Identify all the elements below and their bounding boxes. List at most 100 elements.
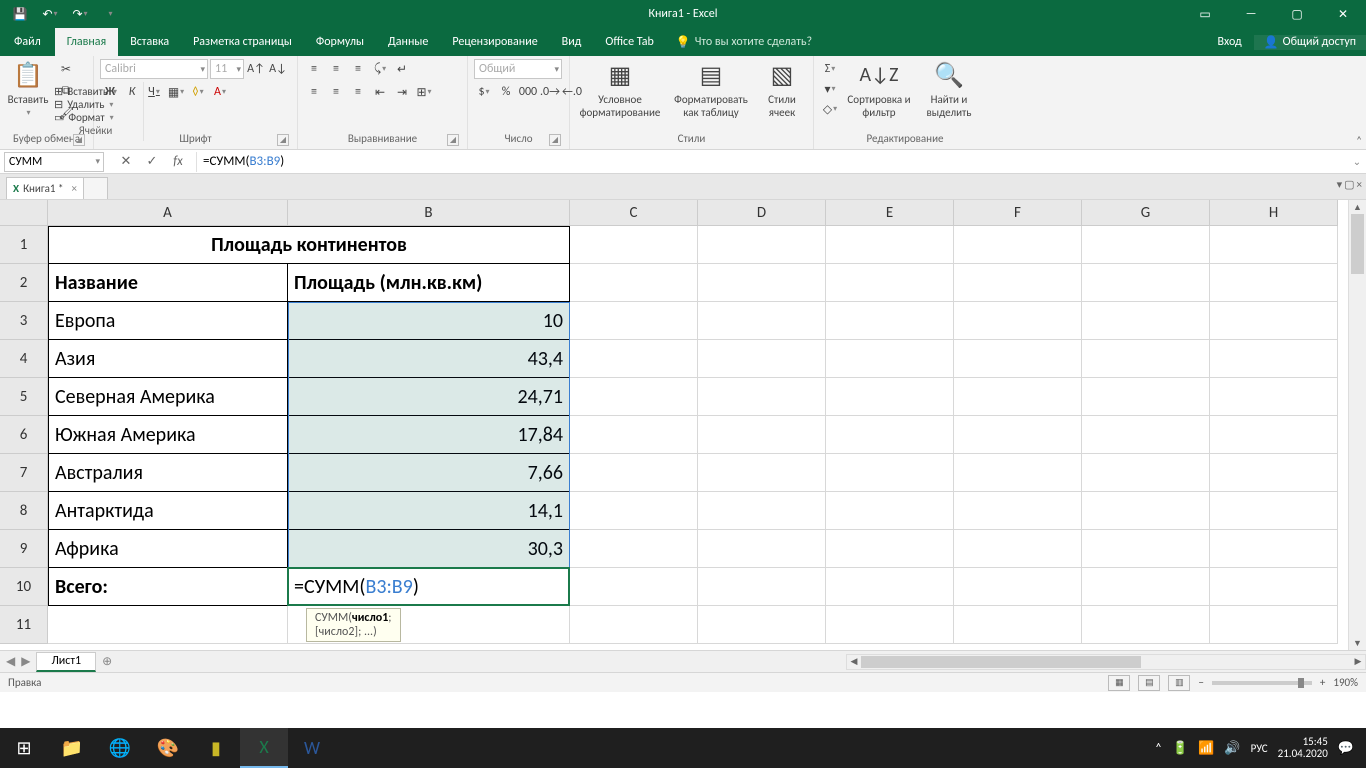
cell[interactable] xyxy=(954,492,1082,530)
cell[interactable] xyxy=(698,530,826,568)
sort-filter-button[interactable]: A↓Z Сортировка и фильтр xyxy=(846,59,912,119)
cell[interactable]: 7,66 xyxy=(288,454,570,492)
align-center-icon[interactable]: ≡ xyxy=(326,82,346,102)
tab-view[interactable]: Вид xyxy=(550,28,594,56)
cell[interactable] xyxy=(954,530,1082,568)
tab-home[interactable]: Главная xyxy=(55,28,118,56)
cell[interactable] xyxy=(826,530,954,568)
enter-formula-icon[interactable]: ✓ xyxy=(140,152,164,172)
tray-network-icon[interactable]: 📶 xyxy=(1198,741,1214,756)
maximize-button[interactable]: ▢ xyxy=(1274,0,1320,28)
column-header[interactable]: E xyxy=(826,200,954,226)
align-left-icon[interactable]: ≡ xyxy=(304,82,324,102)
task-word-icon[interactable]: W xyxy=(288,728,336,768)
cell[interactable] xyxy=(1082,492,1210,530)
cell[interactable]: Антарктида xyxy=(48,492,288,530)
autosum-icon[interactable]: Σ▾ xyxy=(820,59,840,79)
workbook-tab[interactable]: X Книга1 * × xyxy=(6,177,84,199)
cell[interactable]: 30,3 xyxy=(288,530,570,568)
font-color-icon[interactable]: A▾ xyxy=(210,82,230,102)
tray-volume-icon[interactable]: 🔊 xyxy=(1224,741,1240,756)
row-header[interactable]: 9 xyxy=(0,530,48,568)
cell[interactable]: 24,71 xyxy=(288,378,570,416)
cell[interactable]: 10 xyxy=(288,302,570,340)
number-format-combo[interactable]: Общий xyxy=(474,59,562,79)
tab-data[interactable]: Данные xyxy=(376,28,440,56)
cell[interactable] xyxy=(698,340,826,378)
comma-icon[interactable]: 000 xyxy=(518,82,538,102)
cell[interactable]: Название xyxy=(48,264,288,302)
cell[interactable] xyxy=(826,302,954,340)
task-excel-icon[interactable]: X xyxy=(240,728,288,768)
qat-customize-icon[interactable]: ▾ xyxy=(96,0,124,28)
cell[interactable] xyxy=(1082,454,1210,492)
row-header[interactable]: 1 xyxy=(0,226,48,264)
formula-input[interactable]: =СУММ(B3:B9) xyxy=(196,152,1348,172)
insert-function-icon[interactable]: fx xyxy=(166,152,190,172)
cell[interactable]: =СУММ(B3:B9) xyxy=(288,568,570,606)
scroll-down-icon[interactable]: ▼ xyxy=(1349,636,1366,650)
cell[interactable] xyxy=(1210,606,1338,644)
cell[interactable]: 14,1 xyxy=(288,492,570,530)
cell[interactable] xyxy=(698,454,826,492)
view-normal-icon[interactable]: ▦ xyxy=(1108,675,1130,691)
align-bottom-icon[interactable]: ≡ xyxy=(348,59,368,79)
row-header[interactable]: 11 xyxy=(0,606,48,644)
tab-restore-icon[interactable]: ▢ xyxy=(1344,178,1354,191)
row-header[interactable]: 7 xyxy=(0,454,48,492)
cell[interactable] xyxy=(570,416,698,454)
cell[interactable] xyxy=(570,492,698,530)
cell[interactable] xyxy=(826,226,954,264)
tab-close-icon[interactable]: × xyxy=(1357,178,1362,191)
sheet-tab[interactable]: Лист1 xyxy=(36,652,96,672)
cell[interactable] xyxy=(570,264,698,302)
row-header[interactable]: 2 xyxy=(0,264,48,302)
increase-font-icon[interactable]: A↑ xyxy=(246,59,266,79)
zoom-out-icon[interactable]: − xyxy=(1198,676,1203,689)
cell[interactable] xyxy=(1082,530,1210,568)
cell[interactable] xyxy=(954,226,1082,264)
cell[interactable] xyxy=(1210,492,1338,530)
cell[interactable] xyxy=(48,606,288,644)
cell[interactable] xyxy=(1210,378,1338,416)
name-box[interactable]: СУММ xyxy=(4,152,104,172)
tray-battery-icon[interactable]: 🔋 xyxy=(1172,741,1188,756)
scroll-left-icon[interactable]: ◀ xyxy=(847,655,861,669)
cell[interactable] xyxy=(1082,340,1210,378)
task-paint-icon[interactable]: 🎨 xyxy=(144,728,192,768)
cell[interactable] xyxy=(1210,454,1338,492)
column-header[interactable]: C xyxy=(570,200,698,226)
tab-formulas[interactable]: Формулы xyxy=(304,28,376,56)
cell[interactable] xyxy=(570,454,698,492)
cells-format-button[interactable]: ▭Формат▾ xyxy=(54,111,117,124)
cell[interactable]: Африка xyxy=(48,530,288,568)
cell[interactable] xyxy=(954,302,1082,340)
cell[interactable]: Европа xyxy=(48,302,288,340)
cell[interactable]: Северная Америка xyxy=(48,378,288,416)
cell[interactable] xyxy=(826,378,954,416)
cell[interactable] xyxy=(954,378,1082,416)
cell[interactable] xyxy=(826,492,954,530)
decrease-indent-icon[interactable]: ⇤ xyxy=(370,82,390,102)
dialog-launcher-icon[interactable]: ◢ xyxy=(277,134,289,146)
cells-insert-button[interactable]: ⊞Вставить▾ xyxy=(54,85,117,98)
fill-color-icon[interactable]: ◊▾ xyxy=(188,82,208,102)
tell-me-search[interactable]: 💡 Что вы хотите сделать? xyxy=(666,35,822,50)
row-header[interactable]: 5 xyxy=(0,378,48,416)
increase-decimal-icon[interactable]: .0→ xyxy=(540,82,560,102)
cell[interactable] xyxy=(826,568,954,606)
cell[interactable] xyxy=(570,606,698,644)
cell[interactable] xyxy=(826,264,954,302)
tab-review[interactable]: Рецензирование xyxy=(440,28,549,56)
share-button[interactable]: 👤 Общий доступ xyxy=(1254,35,1366,50)
cell[interactable] xyxy=(1082,606,1210,644)
cell[interactable] xyxy=(954,606,1082,644)
sheet-nav-next-icon[interactable]: ▶ xyxy=(21,654,30,669)
cell[interactable] xyxy=(698,302,826,340)
cell[interactable]: Азия xyxy=(48,340,288,378)
cell[interactable] xyxy=(1210,226,1338,264)
dialog-launcher-icon[interactable]: ◢ xyxy=(549,134,561,146)
border-icon[interactable]: ▦▾ xyxy=(166,82,186,102)
collapse-ribbon-icon[interactable]: ˄ xyxy=(1356,134,1362,147)
cell[interactable]: Южная Америка xyxy=(48,416,288,454)
